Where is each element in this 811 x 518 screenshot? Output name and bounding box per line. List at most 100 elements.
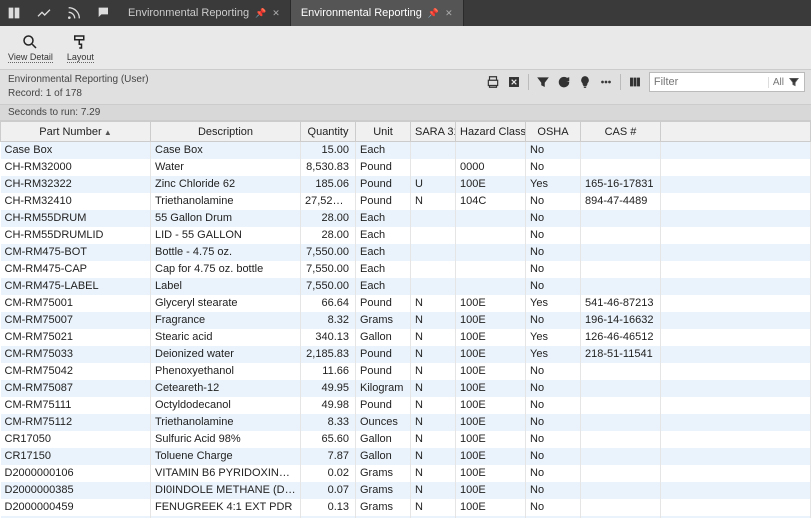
excel-icon[interactable] (507, 75, 521, 89)
rss-icon[interactable] (66, 5, 82, 21)
cell-qty: 340.13 (301, 329, 356, 346)
cell-unit: Pound (356, 346, 411, 363)
cell-hazard: 100E (456, 329, 526, 346)
cell-qty: 2,185.83 (301, 346, 356, 363)
cell-qty: 66.64 (301, 295, 356, 312)
table-row[interactable]: D2000000385DI0INDOLE METHANE (DIM...0.07… (1, 482, 811, 499)
table-row[interactable]: CM-RM75021Stearic acid340.13GallonN100EY… (1, 329, 811, 346)
cell-sara: N (411, 414, 456, 431)
filter-scope[interactable]: All (768, 77, 784, 88)
filter-icon[interactable] (536, 75, 550, 89)
trend-icon[interactable] (36, 5, 52, 21)
cell-blank (661, 159, 811, 176)
table-row[interactable]: CH-RM55DRUM55 Gallon Drum28.00EachNo (1, 210, 811, 227)
pin-icon[interactable]: 📌 (428, 8, 439, 19)
col-part-number[interactable]: Part Number (1, 122, 151, 142)
tab-env-reporting-1[interactable]: Environmental Reporting 📌 ✕ (118, 0, 291, 26)
cell-cas (581, 448, 661, 465)
cell-qty: 8.32 (301, 312, 356, 329)
table-row[interactable]: CR17050Sulfuric Acid 98%65.60GallonN100E… (1, 431, 811, 448)
table-row[interactable]: CM-RM475-LABELLabel7,550.00EachNo (1, 278, 811, 295)
filter-small-icon[interactable] (788, 76, 800, 88)
table-row[interactable]: D2000000459FENUGREEK 4:1 EXT PDR0.13Gram… (1, 499, 811, 516)
close-icon[interactable]: ✕ (445, 8, 453, 19)
cell-sara: N (411, 482, 456, 499)
col-osha[interactable]: OSHA (526, 122, 581, 142)
filter-box[interactable]: All (649, 72, 805, 92)
cell-unit: Each (356, 261, 411, 278)
col-unit[interactable]: Unit (356, 122, 411, 142)
header-row: Part Number Description Quantity Unit SA… (1, 122, 811, 142)
cell-sara: U (411, 176, 456, 193)
cell-osha: No (526, 414, 581, 431)
table-row[interactable]: CM-RM475-CAPCap for 4.75 oz. bottle7,550… (1, 261, 811, 278)
table-row[interactable]: CM-RM75007Fragrance8.32GramsN100ENo196-1… (1, 312, 811, 329)
columns-icon[interactable] (628, 75, 642, 89)
table-row[interactable]: CH-RM32000Water8,530.83Pound0000No (1, 159, 811, 176)
cell-osha: No (526, 210, 581, 227)
table-row[interactable]: CM-RM75042Phenoxyethanol11.66PoundN100EN… (1, 363, 811, 380)
cell-cas (581, 227, 661, 244)
cell-unit: Each (356, 244, 411, 261)
cell-blank (661, 193, 811, 210)
view-detail-button[interactable]: View Detail (8, 33, 53, 63)
cell-cas: 894-47-4489 (581, 193, 661, 210)
table-row[interactable]: CR17150Toluene Charge7.87GallonN100ENo (1, 448, 811, 465)
table-row[interactable]: CM-RM475-BOTBottle - 4.75 oz.7,550.00Eac… (1, 244, 811, 261)
cell-part: CM-RM75033 (1, 346, 151, 363)
cell-osha: No (526, 159, 581, 176)
cell-blank (661, 295, 811, 312)
refresh-icon[interactable] (557, 75, 571, 89)
cell-sara (411, 261, 456, 278)
book-icon[interactable] (6, 5, 22, 21)
cell-hazard: 100E (456, 176, 526, 193)
chat-icon[interactable] (96, 5, 112, 21)
cell-sara (411, 159, 456, 176)
cell-qty: 49.98 (301, 397, 356, 414)
layout-button[interactable]: Layout (67, 33, 94, 63)
filter-input[interactable] (654, 76, 764, 88)
col-blank[interactable] (661, 122, 811, 142)
cell-unit: Pound (356, 363, 411, 380)
data-grid[interactable]: Part Number Description Quantity Unit SA… (0, 121, 811, 518)
cell-blank (661, 261, 811, 278)
cell-sara: N (411, 380, 456, 397)
cell-qty: 7,550.00 (301, 261, 356, 278)
col-hazard-class[interactable]: Hazard Class (456, 122, 526, 142)
view-detail-label: View Detail (8, 52, 53, 63)
table-row[interactable]: CM-RM75112Triethanolamine8.33OuncesN100E… (1, 414, 811, 431)
cell-cas: 126-46-46512 (581, 329, 661, 346)
table-row[interactable]: D2000000106VITAMIN B6 PYRIDOXINE (1)0.02… (1, 465, 811, 482)
col-quantity[interactable]: Quantity (301, 122, 356, 142)
cell-blank (661, 448, 811, 465)
col-sara313[interactable]: SARA 313 (411, 122, 456, 142)
cell-desc: Glyceryl stearate (151, 295, 301, 312)
cell-unit: Each (356, 142, 411, 159)
tab-env-reporting-2[interactable]: Environmental Reporting 📌 ✕ (291, 0, 464, 26)
more-icon[interactable] (599, 75, 613, 89)
col-cas[interactable]: CAS # (581, 122, 661, 142)
table-row[interactable]: CM-RM75087Ceteareth-1249.95KilogramN100E… (1, 380, 811, 397)
cell-osha: No (526, 482, 581, 499)
cell-part: CM-RM75021 (1, 329, 151, 346)
table-row[interactable]: CM-RM75111Octyldodecanol49.98PoundN100EN… (1, 397, 811, 414)
cell-blank (661, 465, 811, 482)
cell-hazard (456, 278, 526, 295)
col-description[interactable]: Description (151, 122, 301, 142)
pin-icon[interactable]: 📌 (255, 8, 266, 19)
cell-desc: 55 Gallon Drum (151, 210, 301, 227)
cell-cas (581, 244, 661, 261)
bulb-icon[interactable] (578, 75, 592, 89)
cell-hazard: 100E (456, 499, 526, 516)
table-row[interactable]: CH-RM32410Triethanolamine27,522.22PoundN… (1, 193, 811, 210)
table-row[interactable]: Case BoxCase Box15.00EachNo (1, 142, 811, 159)
print-icon[interactable] (486, 75, 500, 89)
table-row[interactable]: CM-RM75033Deionized water2,185.83PoundN1… (1, 346, 811, 363)
close-icon[interactable]: ✕ (272, 8, 280, 19)
cell-hazard: 100E (456, 295, 526, 312)
table-row[interactable]: CH-RM55DRUMLIDLID - 55 GALLON28.00EachNo (1, 227, 811, 244)
cell-sara (411, 142, 456, 159)
table-row[interactable]: CM-RM75001Glyceryl stearate66.64PoundN10… (1, 295, 811, 312)
cell-sara: N (411, 312, 456, 329)
table-row[interactable]: CH-RM32322Zinc Chloride 62185.06PoundU10… (1, 176, 811, 193)
